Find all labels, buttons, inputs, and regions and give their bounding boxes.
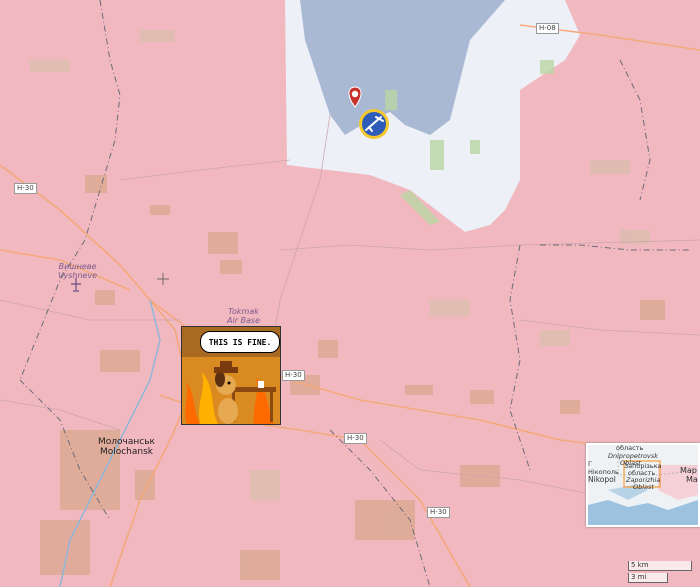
- minimap-label: Мар: [680, 466, 697, 475]
- rifle-icon: [359, 109, 389, 139]
- minimap-label: Ма: [686, 475, 698, 484]
- meme-image: THIS IS FINE.: [181, 326, 281, 425]
- place-name-en: Vyshneve: [58, 271, 98, 280]
- airbase-name-line1: Tokmak: [228, 307, 259, 316]
- minimap-label: Г: [588, 460, 592, 468]
- city-name-uk: Молочанськ: [98, 437, 155, 447]
- city-name-en: Molochansk: [99, 447, 153, 457]
- road-shield-h08: H-08: [536, 23, 559, 34]
- road-shield-h30: H-30: [427, 507, 450, 518]
- minimap-label: Nikopol: [588, 475, 616, 484]
- place-label-vyshneve: Вишневе Vyshneve: [58, 262, 97, 280]
- minimap-label: область: [616, 444, 644, 452]
- airbase-name-line2: Air Base: [227, 316, 261, 325]
- minimap-label: Oblast: [633, 483, 654, 491]
- place-name-uk: Вишневе: [58, 262, 97, 271]
- scale-bar-km: 5 km: [628, 561, 692, 571]
- road-shield-h30: H-30: [282, 370, 305, 381]
- road-shield-h30: H-30: [344, 433, 367, 444]
- road-shield-h30: H-30: [14, 183, 37, 194]
- scale-bar-mi: 3 mi: [628, 573, 668, 583]
- place-label-airbase: Tokmak Air Base: [227, 307, 260, 325]
- speech-bubble: THIS IS FINE.: [200, 331, 280, 353]
- place-label-molochansk: Молочанськ Molochansk: [98, 437, 155, 457]
- overview-minimap[interactable]: область Dnipropetrovsk Oblast Нікополь N…: [586, 443, 700, 527]
